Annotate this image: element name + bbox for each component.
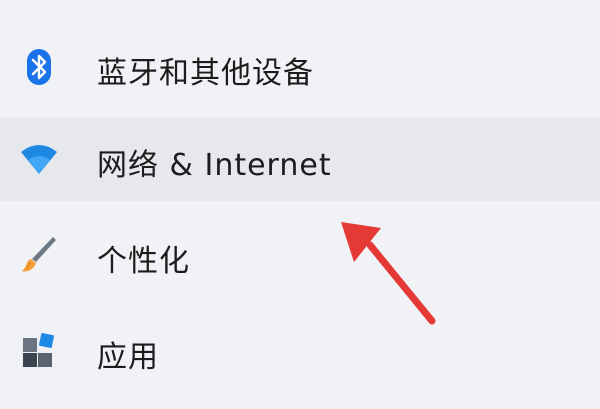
paintbrush-icon — [18, 234, 60, 276]
nav-item-apps[interactable]: 应用 — [0, 308, 600, 392]
wifi-icon — [18, 138, 60, 180]
nav-item-personalization[interactable]: 个性化 — [0, 213, 600, 297]
nav-item-bluetooth-devices[interactable]: 蓝牙和其他设备 — [0, 26, 600, 110]
bluetooth-icon — [18, 46, 60, 88]
nav-item-label: 蓝牙和其他设备 — [97, 56, 314, 91]
nav-item-label: 网络 & Internet — [97, 148, 332, 183]
apps-icon — [18, 330, 60, 372]
nav-item-label: 应用 — [97, 340, 159, 375]
settings-window: 蓝牙和其他设备 网络 & Internet 个性化 应用 — [0, 0, 600, 409]
nav-item-network-internet[interactable]: 网络 & Internet — [0, 117, 600, 201]
nav-item-label: 个性化 — [97, 244, 190, 279]
